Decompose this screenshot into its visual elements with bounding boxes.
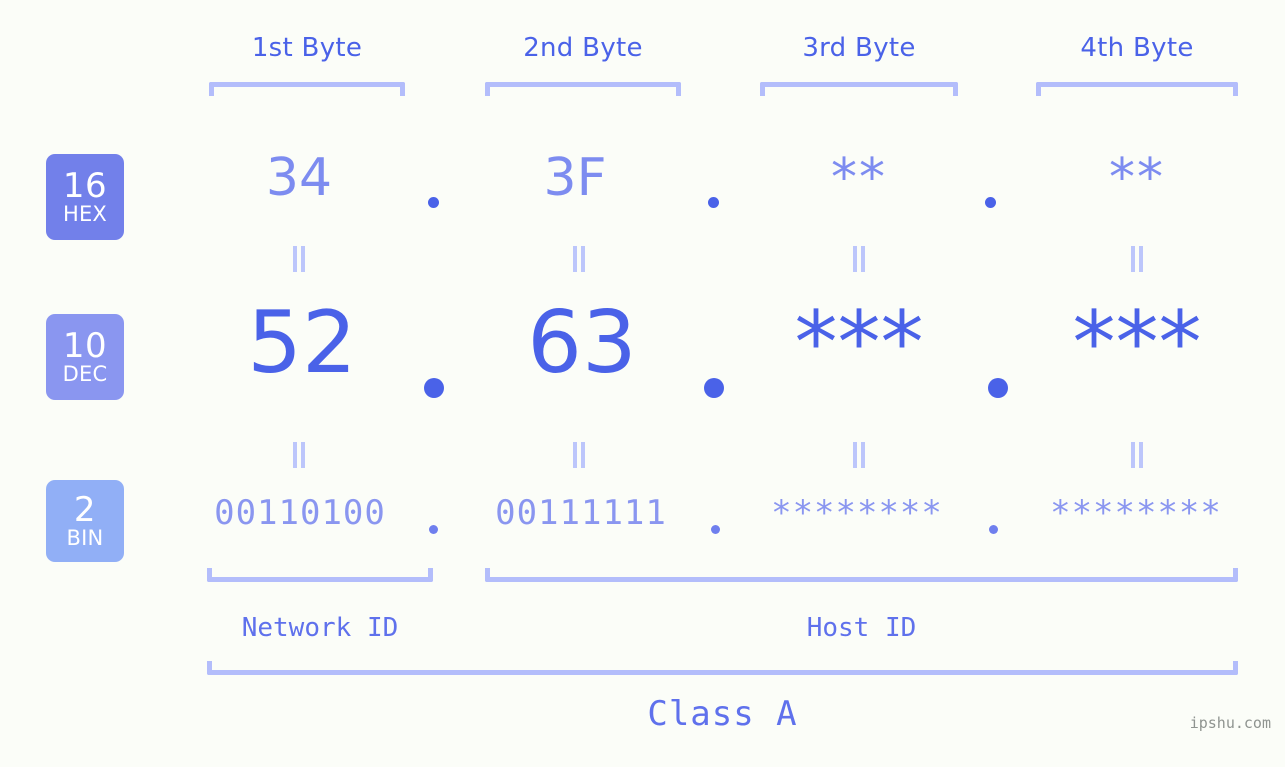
equality-mark-1-1 [291,246,307,272]
network-id-bracket [207,568,433,582]
dec-byte-1: 52 [247,293,357,393]
bin-byte-2: 00111111 [495,493,667,533]
equality-mark-2-3 [851,442,867,468]
base-badge-hex-label: HEX [62,202,108,226]
base-badge-dec-number: 10 [62,326,108,366]
bin-byte-4: ******** [1050,493,1222,533]
byte-bracket-1 [209,82,405,96]
base-badge-hex: 16 HEX [46,154,124,240]
hex-separator-dot-1 [428,197,439,208]
equality-mark-2-1 [291,442,307,468]
base-badge-dec-label: DEC [62,362,108,386]
base-badge-bin-number: 2 [73,490,97,530]
dec-separator-dot-2 [704,378,724,398]
byte-header-1: 1st Byte [251,33,363,63]
base-badge-bin: 2 BIN [46,480,124,562]
hex-separator-dot-2 [708,197,719,208]
byte-bracket-2 [485,82,681,96]
byte-header-2: 2nd Byte [523,33,643,63]
ip-address-byte-diagram: 16 HEX 10 DEC 2 BIN 1st Byte 2nd Byte 3r… [0,0,1285,767]
byte-header-3: 3rd Byte [802,33,916,63]
base-badge-bin-label: BIN [66,526,104,550]
network-id-label: Network ID [241,613,399,643]
bin-byte-3: ******** [771,493,943,533]
watermark: ipshu.com [1189,714,1271,732]
hex-byte-2: 3F [543,148,607,208]
hex-separator-dot-3 [985,197,996,208]
byte-header-4: 4th Byte [1080,33,1194,63]
dec-byte-4: *** [1072,293,1202,393]
hex-byte-1: 34 [265,148,333,208]
bin-separator-dot-2 [711,525,720,534]
bin-separator-dot-3 [989,525,998,534]
hex-byte-4: ** [1109,148,1165,208]
equality-mark-1-3 [851,246,867,272]
dec-separator-dot-1 [424,378,444,398]
class-bracket [207,661,1238,675]
base-badge-dec: 10 DEC [46,314,124,400]
byte-bracket-3 [760,82,958,96]
dec-byte-2: 63 [527,293,637,393]
host-id-bracket [485,568,1238,582]
host-id-label: Host ID [806,613,917,643]
equality-mark-1-4 [1129,246,1145,272]
bin-separator-dot-1 [429,525,438,534]
dec-separator-dot-3 [988,378,1008,398]
equality-mark-1-2 [571,246,587,272]
dec-byte-3: *** [794,293,924,393]
hex-byte-3: ** [831,148,887,208]
byte-bracket-4 [1036,82,1238,96]
equality-mark-2-2 [571,442,587,468]
equality-mark-2-4 [1129,442,1145,468]
base-badge-hex-number: 16 [62,166,108,206]
class-label: Class A [647,694,798,734]
bin-byte-1: 00110100 [214,493,386,533]
